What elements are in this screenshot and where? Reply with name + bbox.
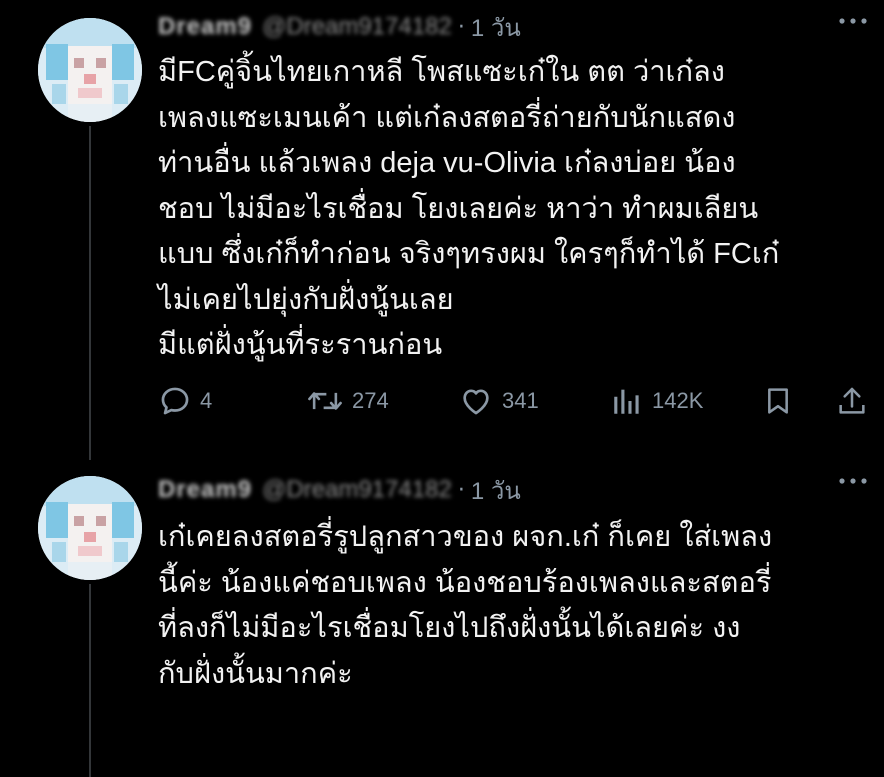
tweet-text-line: นี้ค่ะ น้องแค่ชอบเพลง น้องชอบร้องเพลงและ… <box>158 566 772 599</box>
thread-connector-line <box>89 584 91 777</box>
avatar[interactable] <box>38 476 142 580</box>
thread-connector-line <box>89 126 91 460</box>
bookmark-button[interactable] <box>762 381 794 421</box>
tweet-text-line: มีแต่ฝั่งนู้นที่ระรานก่อน <box>158 329 443 361</box>
more-dots-icon[interactable] <box>838 476 868 486</box>
user-handle[interactable]: @Dream9174182 <box>262 13 452 41</box>
tweet-actions: 4 274 341 142K <box>158 381 868 421</box>
tweet-text-line: มีFCคู่จิ้นไทยเกาหลี โพสแซะเก๋ใน ตต ว่าเ… <box>158 56 725 88</box>
avatar[interactable] <box>38 18 142 122</box>
tweet-text-line: ที่ลงก็ไม่มีอะไรเชื่อมโยงไปถึงฝั่งนั้นได… <box>158 612 741 644</box>
views-count: 142K <box>652 388 704 413</box>
bookmark-icon <box>768 388 788 414</box>
tweet-text-line: ไม่เคยไปยุ่งกับฝั่งนู้นเลย <box>158 283 454 316</box>
tweet-1[interactable]: Dream9 @Dream9174182 · 1 วัน มีFCคู่จิ้น… <box>0 0 884 460</box>
retweet-button[interactable]: 274 <box>306 381 389 421</box>
more-dots-icon[interactable] <box>838 16 868 26</box>
display-name[interactable]: Dream9 <box>158 476 252 504</box>
views-bar-chart-icon <box>614 389 639 414</box>
separator-dot: · <box>457 14 465 40</box>
tweet-header: Dream9 @Dream9174182 · 1 วัน <box>158 9 521 45</box>
display-name[interactable]: Dream9 <box>158 13 252 41</box>
retweet-icon <box>308 392 342 410</box>
tweet-text-line: เก๋เคยลงสตอรี่รูปลูกสาวของ ผจก.เก๋ ก็เคย… <box>158 521 773 553</box>
avatar-image <box>38 476 142 580</box>
user-handle[interactable]: @Dream9174182 <box>262 476 452 504</box>
tweet-text-line: ท่านอื่น แล้วเพลง deja vu-Olivia เก๋ลงบ่… <box>158 147 736 179</box>
share-upload-icon <box>839 387 865 414</box>
share-button[interactable] <box>836 381 868 421</box>
tweet-header: Dream9 @Dream9174182 · 1 วัน <box>158 472 521 508</box>
tweet-text-line: กับฝั่งนั้นมากค่ะ <box>158 657 353 690</box>
avatar-image <box>38 18 142 122</box>
heart-icon <box>463 389 489 415</box>
like-count: 341 <box>502 388 539 413</box>
separator-dot: · <box>457 477 465 503</box>
tweet-text: มีFCคู่จิ้นไทยเกาหลี โพสแซะเก๋ใน ตต ว่าเ… <box>158 50 868 369</box>
reply-button[interactable]: 4 <box>158 381 212 421</box>
timestamp[interactable]: 1 วัน <box>471 8 521 47</box>
retweet-count: 274 <box>352 388 389 413</box>
tweet-text-line: แบบ ซึ่งเก๋ก็ทำก่อน จริงๆทรงผม ใครๆก็ทำไ… <box>158 238 780 270</box>
timestamp[interactable]: 1 วัน <box>471 471 521 510</box>
tweet-text-line: ชอบ ไม่มีอะไรเชื่อม โยงเลยค่ะ หาว่า ทำผม… <box>158 192 759 225</box>
views-button[interactable]: 142K <box>610 381 703 421</box>
reply-count: 4 <box>200 388 213 413</box>
like-button[interactable]: 341 <box>458 381 539 421</box>
tweet-text-line: เพลงแซะเมนเค้า แต่เก๋ลงสตอรี่ถ่ายกับนักแ… <box>158 101 736 134</box>
tweet-text: เก๋เคยลงสตอรี่รูปลูกสาวของ ผจก.เก๋ ก็เคย… <box>158 515 868 697</box>
tweet-2[interactable]: Dream9 @Dream9174182 · 1 วัน เก๋เคยลงสตอ… <box>0 460 884 777</box>
reply-bubble-icon <box>161 387 189 415</box>
